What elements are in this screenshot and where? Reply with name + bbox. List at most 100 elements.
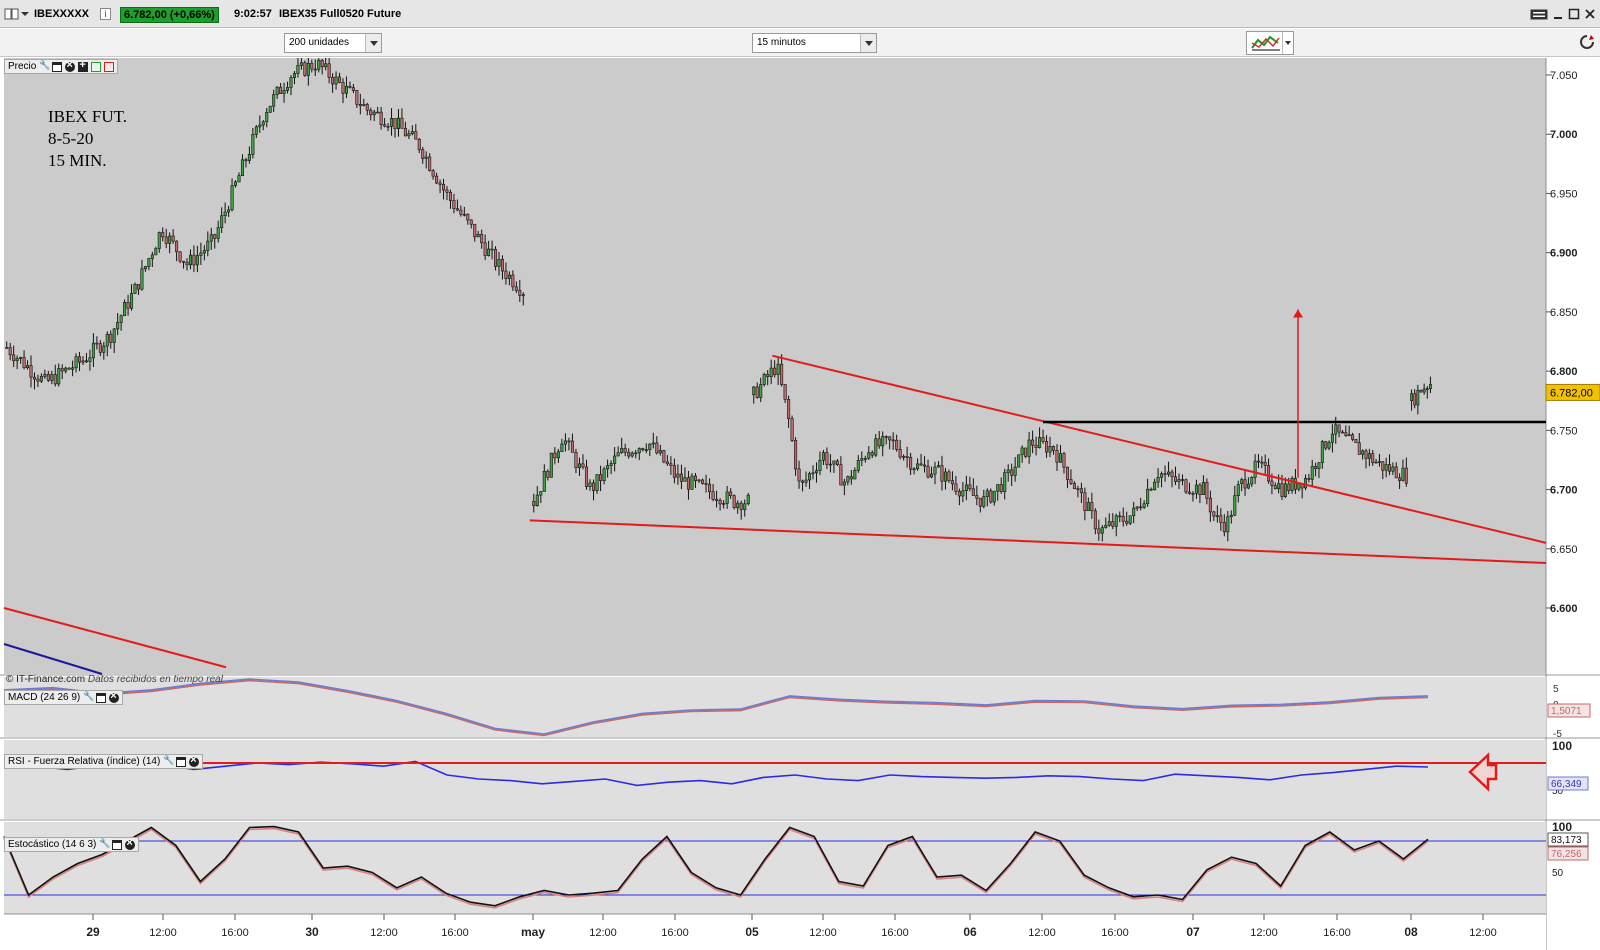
- candle-bull: [372, 111, 376, 116]
- close-icon[interactable]: [125, 837, 136, 850]
- candle-bull: [1058, 453, 1063, 463]
- candle-bull: [992, 490, 996, 503]
- candle-bear: [1307, 478, 1311, 480]
- candle-bull: [842, 481, 846, 486]
- candle-bull: [630, 452, 634, 457]
- candle-bull: [396, 117, 400, 129]
- maximize-icon[interactable]: [112, 839, 123, 850]
- time-tick-label: 16:00: [881, 927, 909, 939]
- candle-bull: [933, 466, 937, 475]
- candle-bear: [438, 182, 442, 185]
- wrench-icon[interactable]: [39, 60, 50, 72]
- time-tick-label: 08: [1404, 925, 1418, 939]
- chevron-down-icon[interactable]: [860, 34, 876, 52]
- chart-type-button[interactable]: [1246, 31, 1294, 55]
- time-tick-label: 29: [86, 925, 100, 939]
- ticker-symbol[interactable]: IBEXXXXX: [34, 8, 89, 20]
- wrench-icon[interactable]: [99, 838, 110, 850]
- candle-bull: [275, 86, 279, 95]
- candle-bull: [1128, 515, 1132, 524]
- stoch-panel-label[interactable]: Estocástico (14 6 3): [4, 837, 140, 852]
- close-icon[interactable]: [65, 59, 76, 72]
- candle-bull: [609, 463, 613, 466]
- rsi-panel-label[interactable]: RSI - Fuerza Relativa (índice) (14): [4, 754, 204, 769]
- data-credit: © IT-Finance.com Datos recibidos en tiem…: [6, 674, 223, 685]
- candle-bull: [1013, 466, 1017, 476]
- candle-bull: [818, 459, 822, 471]
- candle-bull: [289, 77, 293, 88]
- window-menu-icon[interactable]: [4, 6, 20, 21]
- candle-bull: [811, 472, 815, 475]
- candle-bull: [1177, 479, 1181, 482]
- candle-bear: [178, 251, 182, 262]
- candle-bear: [1024, 447, 1028, 457]
- keyboard-icon[interactable]: [1530, 8, 1548, 20]
- candle-bear: [790, 418, 794, 441]
- price-tick-label: 6.850: [1550, 307, 1578, 319]
- candle-bear: [355, 90, 359, 105]
- candle-bull: [1236, 484, 1240, 497]
- candle-bear: [60, 368, 64, 372]
- maximize-icon[interactable]: [52, 61, 63, 72]
- candle-bull: [1240, 479, 1244, 484]
- candle-bull: [853, 469, 857, 480]
- candle-bull: [1086, 502, 1090, 512]
- candle-bear: [679, 473, 683, 482]
- candle-bull: [762, 374, 766, 385]
- candle-bull: [982, 496, 986, 507]
- units-select[interactable]: 200 unidades: [284, 33, 382, 53]
- candle-bull: [863, 458, 867, 460]
- candle-bull: [282, 90, 286, 94]
- candle-bear: [46, 374, 50, 381]
- wrench-icon[interactable]: [83, 691, 94, 703]
- chart-canvas[interactable]: 6.600 6.650 6.700 6.750 6.800 6.850 6.900 6.950…: [0, 58, 1600, 950]
- candle-bear: [1344, 432, 1348, 436]
- candle-bear: [729, 491, 733, 496]
- price-tick-label: 6.650: [1550, 544, 1578, 556]
- candle-bull: [725, 491, 729, 504]
- minimize-icon[interactable]: [1552, 8, 1564, 20]
- candle-bear: [320, 59, 324, 68]
- candle-bull: [651, 442, 655, 445]
- candle-bear: [950, 480, 954, 485]
- maximize-icon[interactable]: [96, 692, 107, 703]
- interval-select[interactable]: 15 minutos: [752, 33, 877, 53]
- interval-select-value: 15 minutos: [757, 37, 806, 48]
- chevron-down-icon[interactable]: [1282, 32, 1293, 54]
- macd-panel-label[interactable]: MACD (24 26 9): [4, 690, 124, 705]
- candle-bear: [400, 117, 404, 129]
- price-panel-label[interactable]: Precio: [4, 59, 119, 74]
- info-icon[interactable]: i: [100, 8, 111, 20]
- time-tick-label: may: [521, 925, 545, 939]
- wrench-icon[interactable]: [163, 755, 174, 767]
- candle-bear: [1045, 441, 1049, 453]
- add-indicator-icon[interactable]: [91, 61, 102, 72]
- close-icon[interactable]: [189, 754, 200, 767]
- candle-bull: [237, 175, 241, 183]
- candle-bear: [715, 499, 719, 501]
- close-icon[interactable]: [1584, 8, 1596, 20]
- maximize-icon[interactable]: [1568, 8, 1580, 20]
- last-price-label: 6.782,00: [1550, 387, 1593, 399]
- candle-bull: [147, 258, 151, 267]
- maximize-icon[interactable]: [176, 756, 187, 767]
- close-icon[interactable]: [109, 690, 120, 703]
- candle-bull: [234, 181, 238, 186]
- candle-bull: [1114, 515, 1118, 527]
- candle-bear: [351, 87, 355, 91]
- candle-bear: [459, 209, 463, 215]
- candle-bear: [1222, 522, 1226, 533]
- candle-bear: [1031, 439, 1035, 446]
- chevron-down-icon[interactable]: [20, 6, 30, 21]
- remove-indicator-icon[interactable]: [104, 61, 115, 72]
- candle-bull: [64, 367, 68, 372]
- candle-bear: [766, 374, 770, 378]
- candle-bull: [752, 386, 756, 396]
- candle-bull: [1384, 464, 1388, 471]
- candle-bear: [494, 249, 498, 267]
- chevron-down-icon[interactable]: [365, 34, 381, 52]
- candle-bear: [348, 85, 352, 88]
- add-icon[interactable]: [78, 59, 89, 72]
- refresh-icon[interactable]: [1578, 33, 1596, 53]
- candle-bull: [1425, 388, 1429, 391]
